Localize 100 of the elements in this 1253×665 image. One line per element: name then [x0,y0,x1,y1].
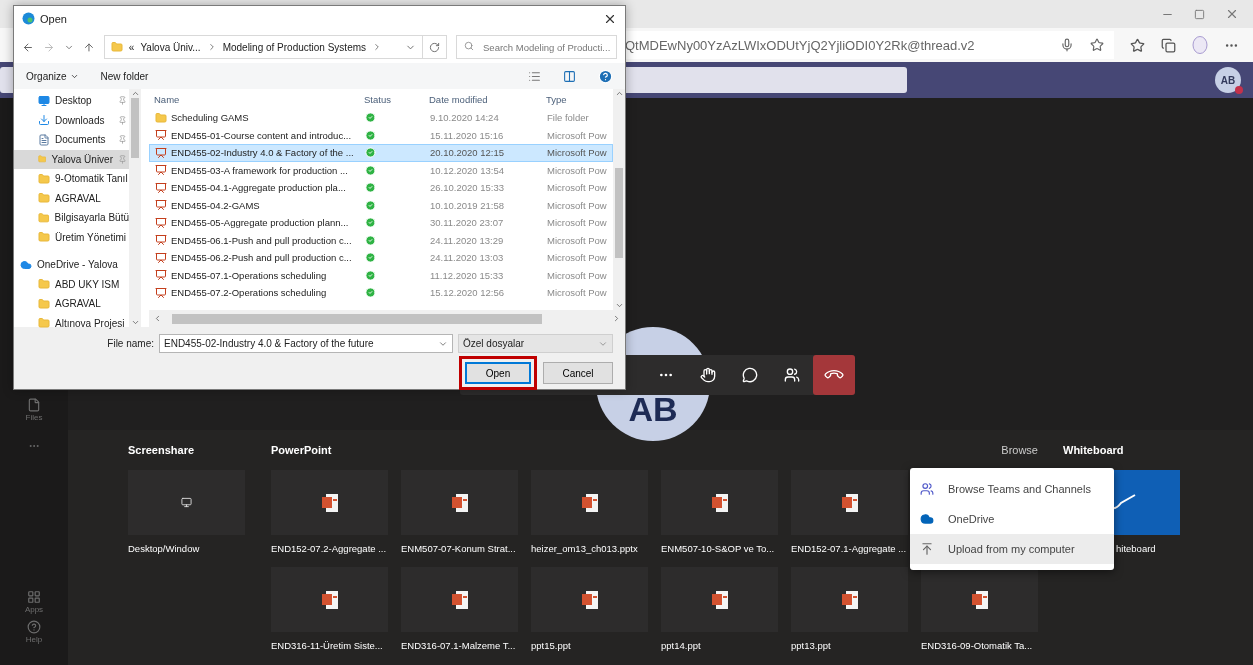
column-header[interactable]: Type [541,93,613,105]
file-name: END455-04.2-GAMS [171,199,260,211]
scroll-left-icon [153,314,162,323]
view-options-icon[interactable] [528,69,541,83]
file-tile[interactable] [661,567,778,632]
file-tile[interactable] [401,567,518,632]
menu-item[interactable]: OneDrive [910,504,1114,534]
presentation-file-icon [155,216,167,229]
file-tile[interactable] [921,567,1038,632]
dialog-button[interactable]: Cancel [543,362,613,384]
nav-item[interactable]: 9-Otomatik Tanıl [14,169,129,189]
add-favorite-icon[interactable] [1090,38,1104,52]
file-row[interactable]: END455-02-Industry 4.0 & Factory of the ... 20.10.2020 12:15 Microsoft Pow [149,144,613,162]
download-icon [38,114,50,127]
overflow-chevrons[interactable]: « [128,41,135,53]
file-row[interactable]: END455-04.2-GAMS 10.10.2019 21:58 Microsoft Pow [149,196,613,214]
breadcrumb-bar[interactable]: « Yalova Üniv... Modeling of Production Systems [103,35,424,59]
file-tile[interactable] [531,567,648,632]
microphone-icon[interactable] [1060,38,1074,52]
nav-item[interactable]: Altınova Projesi [14,313,129,333]
restore-icon[interactable] [1194,8,1205,20]
profile-avatar[interactable]: AB [1215,67,1241,93]
type-cell-text: Microsoft Pow [546,164,608,176]
column-header[interactable]: Date modified [424,93,541,105]
date-cell-text: 9.10.2020 14:24 [429,112,500,124]
nav-item[interactable]: Üretim Yönetimi [14,227,129,247]
powerpoint-file-icon [841,493,858,512]
powerpoint-file-icon [581,590,598,609]
scrollbar-thumb[interactable] [131,98,139,158]
menu-item[interactable]: Upload from my computer [910,534,1114,564]
address-bar[interactable]: QtMDEwNy00YzAzLWIxODUtYjQ2YjliODI0Y2Rk@thread.v2 [625,31,1114,59]
nav-item-label: AGRAVAL [55,298,101,310]
file-tile[interactable] [271,567,388,632]
nav-item[interactable]: Downloads [14,110,129,130]
file-tile[interactable] [401,470,518,535]
nav-item[interactable]: Yalova Üniver [14,149,129,169]
powerpoint-file-icon [711,590,728,609]
profile-icon[interactable] [1192,36,1208,54]
column-header[interactable]: Name [149,93,359,105]
file-row[interactable]: END455-05-Aggregate production plann... 30.11.2020 23:07 Microsoft Pow [149,214,613,232]
nav-item-label: Documents [55,134,106,146]
browser-logo-icon [22,12,35,25]
file-name-field[interactable]: END455-02-Industry 4.0 & Factory of the future [159,334,453,353]
nav-item-label: ABD UKY ISM [55,278,120,290]
breadcrumb-item[interactable]: Modeling of Production Systems [222,41,367,53]
synced-icon [365,217,376,229]
whiteboard-link[interactable]: Whiteboard [1063,444,1124,456]
rail-button[interactable]: Files [25,398,43,422]
nav-item[interactable]: AGRAVAL [14,188,129,208]
file-row[interactable]: END455-07.2-Operations scheduling 15.12.2020 12:56 Microsoft Pow [149,284,613,302]
new-folder-button[interactable]: New folder [100,70,149,82]
rail-button[interactable]: Apps [24,590,44,614]
tile-label: Desktop/Window [128,543,200,556]
date-cell-text: 15.12.2020 12:56 [429,287,505,299]
synced-icon [365,182,376,194]
scrollbar-thumb[interactable] [172,313,542,324]
scrollbar[interactable] [149,310,625,327]
file-row[interactable]: END455-06.1-Push and pull production c... 24.11.2020 13:29 Microsoft Pow [149,231,613,249]
nav-item[interactable]: Documents [14,130,129,150]
search-field[interactable]: Search Modeling of Producti... [456,35,617,59]
file-row[interactable]: END455-03-A framework for production ... 10.12.2020 13:54 Microsoft Pow [149,161,613,179]
organize-button[interactable]: Organize [26,70,79,82]
file-row[interactable]: END455-07.1-Operations scheduling 11.12.2020 15:33 Microsoft Pow [149,266,613,284]
scrollbar[interactable] [613,89,625,310]
type-cell-text: Microsoft Pow [546,182,608,194]
date-cell-text: 10.10.2019 21:58 [429,199,505,211]
file-tile[interactable] [791,470,908,535]
status-dot [1235,86,1243,94]
file-tile[interactable] [271,470,388,535]
dialog-button[interactable]: Open [465,362,531,384]
menu-item[interactable]: Browse Teams and Channels [910,474,1114,504]
file-row[interactable]: END455-04.1-Aggregate production pla... 26.10.2020 15:33 Microsoft Pow [149,179,613,197]
file-row[interactable]: Scheduling GAMS 9.10.2020 14:24 File folder [149,109,613,127]
file-row[interactable]: END455-01-Course content and introduc... 15.11.2020 15:16 Microsoft Pow [149,126,613,144]
file-tile[interactable] [661,470,778,535]
help-icon[interactable] [598,68,613,84]
preview-pane-icon[interactable] [563,69,576,83]
breadcrumb-item[interactable]: Yalova Üniv... [140,41,201,53]
hang-up-button[interactable] [813,355,855,395]
nav-item[interactable]: AGRAVAL [14,294,129,314]
share-tile[interactable] [128,470,245,535]
column-header[interactable]: Status [359,93,424,105]
nav-item[interactable]: Bilgisayarla Bütü [14,208,129,228]
rail-button[interactable]: Help [25,620,43,644]
file-tile[interactable] [791,567,908,632]
presentation-file-icon [155,129,167,142]
nav-item[interactable]: ABD UKY ISM [14,274,129,294]
presentation-file-icon [155,146,167,159]
browse-link[interactable]: Browse [1001,444,1038,456]
file-tile[interactable] [531,470,648,535]
scrollbar-thumb[interactable] [615,168,623,258]
refresh-button[interactable] [423,35,447,59]
collections-icon[interactable] [1161,37,1176,53]
file-row[interactable]: END455-06.2-Push and pull production c... 24.11.2020 13:03 Microsoft Pow [149,249,613,267]
scrollbar[interactable] [129,89,141,327]
nav-item[interactable]: OneDrive - Yalova [14,255,129,275]
file-type-dropdown[interactable]: Özel dosyalar [458,334,613,353]
date-cell-text: 10.12.2020 13:54 [429,164,505,176]
nav-item[interactable]: Desktop [14,91,129,111]
favorites-icon[interactable] [1130,37,1145,53]
